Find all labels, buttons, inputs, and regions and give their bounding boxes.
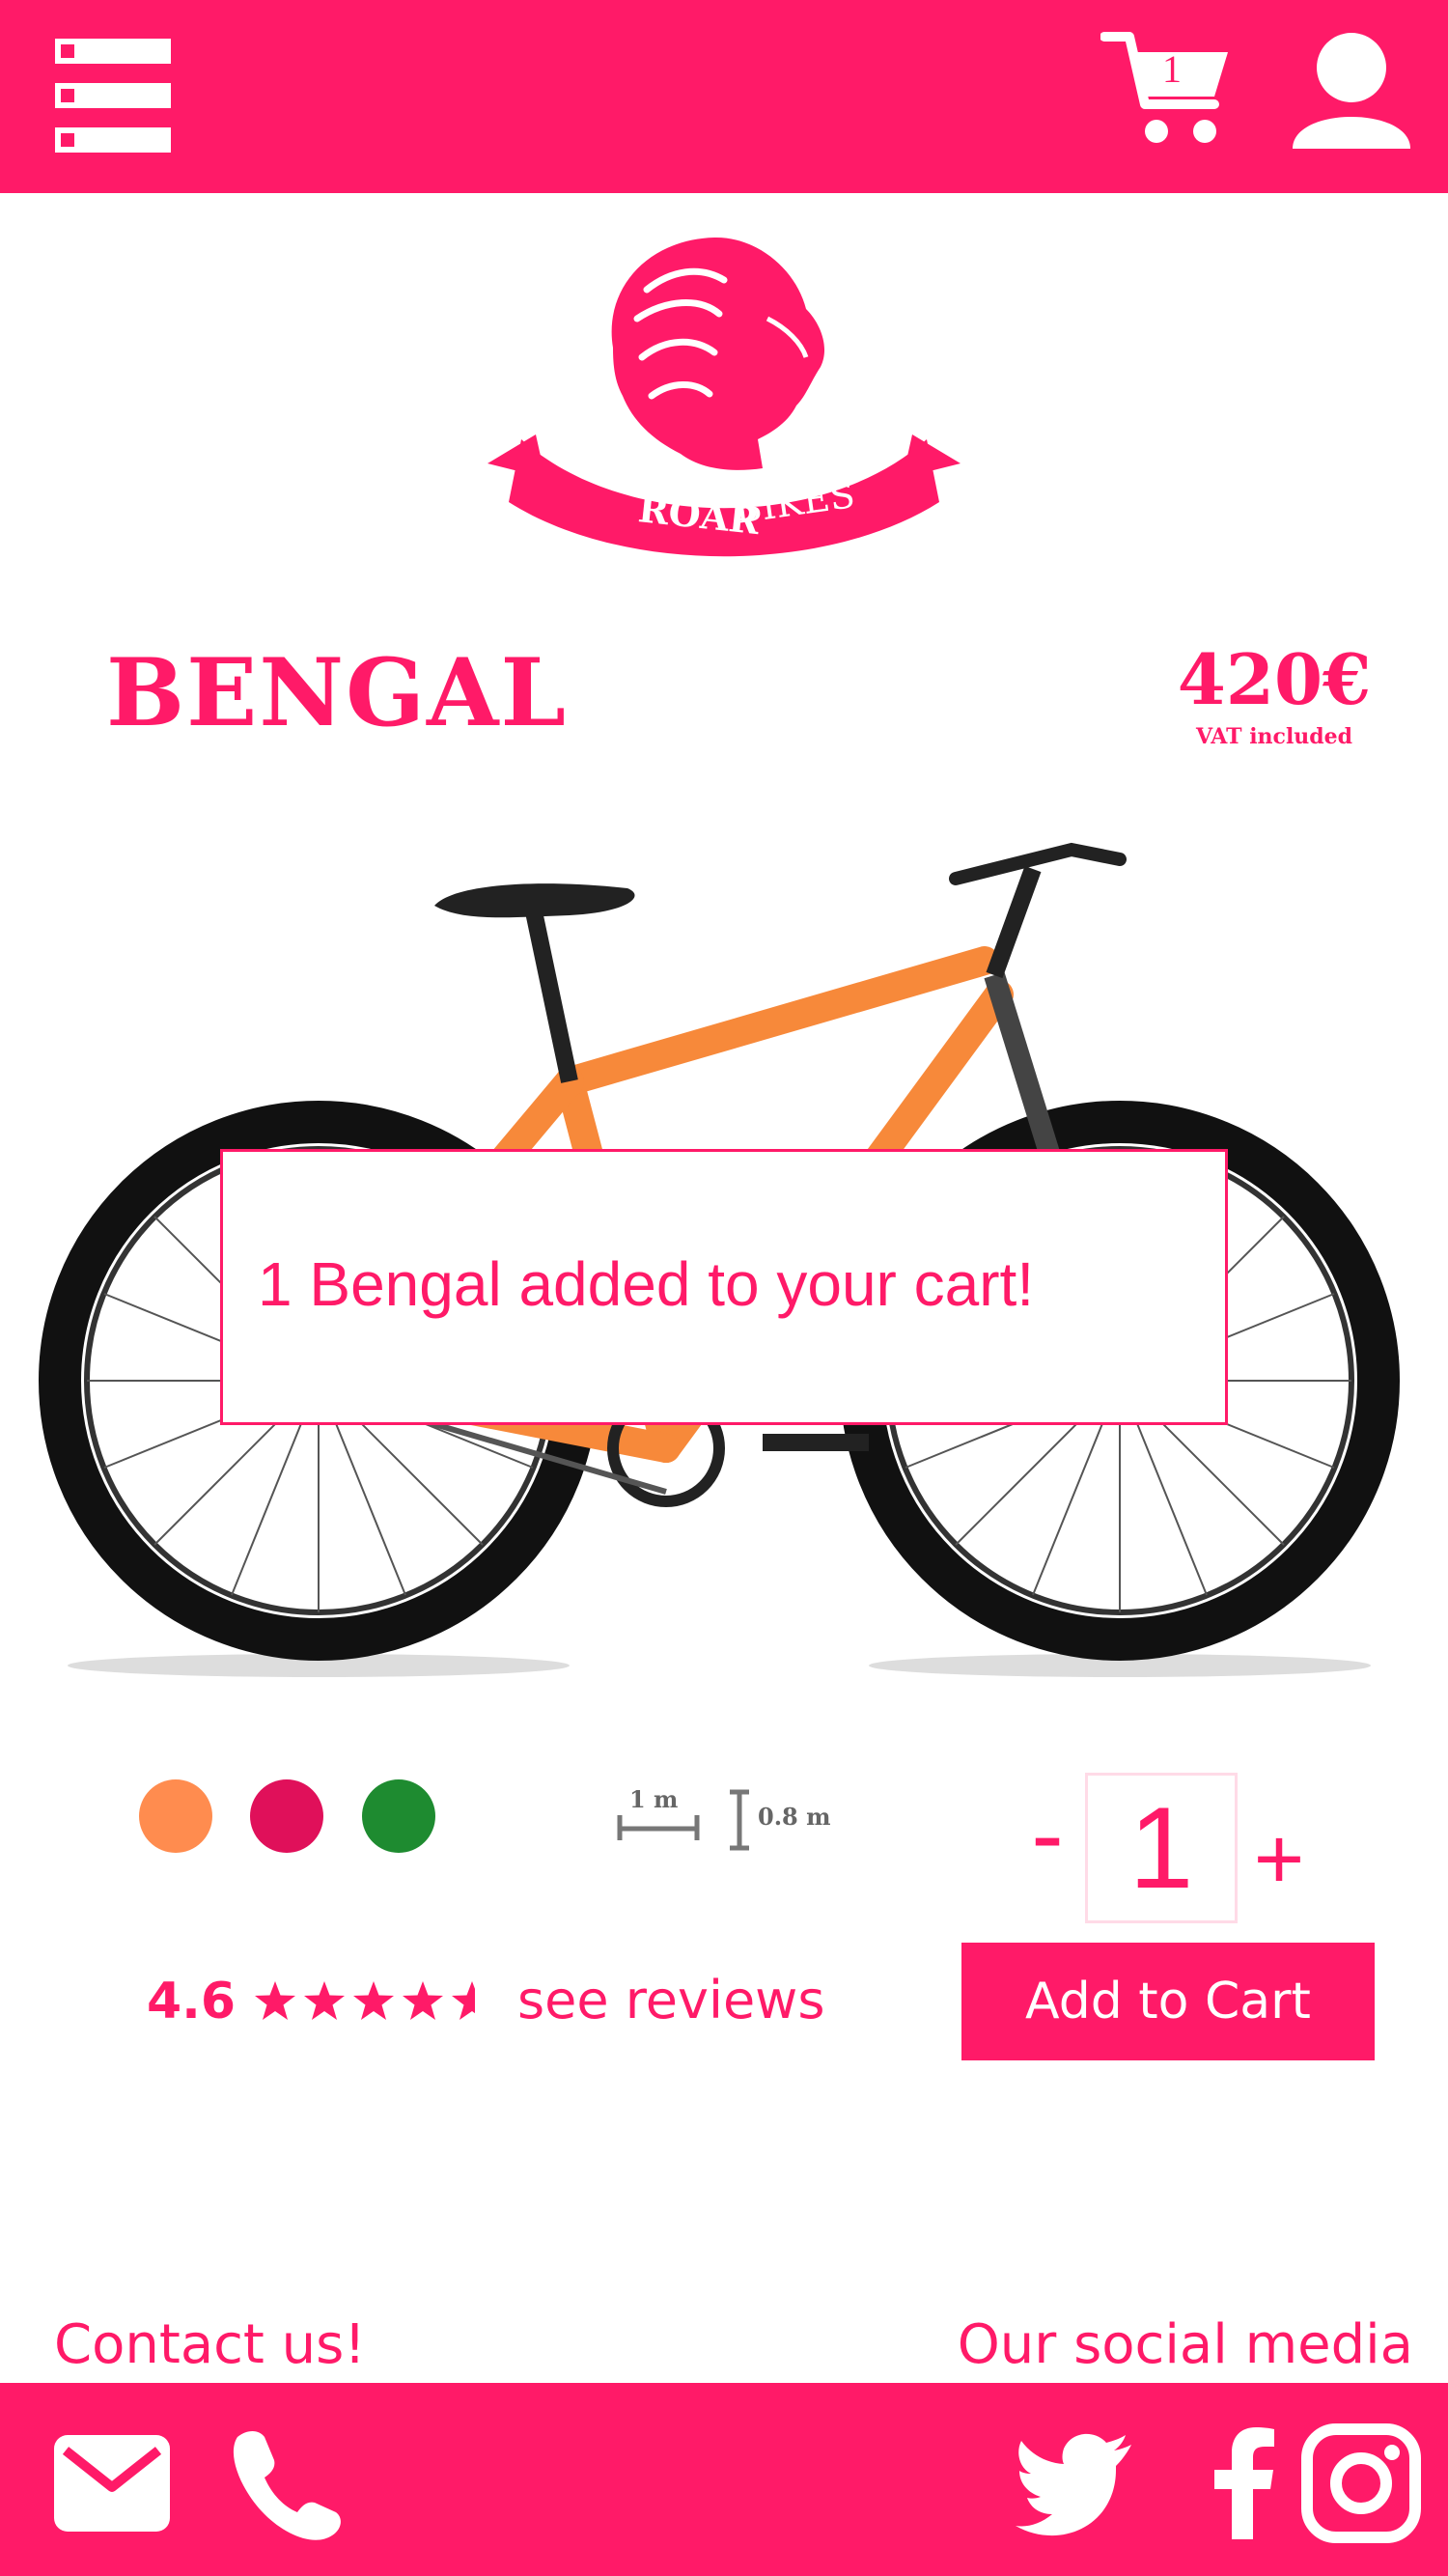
phone-icon[interactable]: [228, 2423, 348, 2543]
see-reviews-link[interactable]: see reviews: [517, 1970, 824, 2030]
toast-message: 1 Bengal added to your cart!: [258, 1249, 1035, 1319]
star-icon: [255, 1981, 295, 2020]
mail-icon[interactable]: [52, 2423, 172, 2543]
quantity-increase-button[interactable]: +: [1245, 1811, 1313, 1908]
menu-icon[interactable]: [53, 37, 173, 156]
rating-stars: [253, 1979, 494, 2024]
account-icon[interactable]: [1289, 29, 1414, 154]
facebook-icon[interactable]: [1185, 2423, 1305, 2543]
star-icon: [304, 1981, 345, 2020]
star-icon: [353, 1981, 394, 2020]
height-label: 0.8 m: [758, 1803, 831, 1831]
vat-note: VAT included: [1195, 724, 1353, 749]
color-swatch-green[interactable]: [362, 1779, 435, 1853]
roar-bikes-logo: ROAR BIKES: [478, 232, 970, 565]
twitter-icon[interactable]: [1016, 2423, 1135, 2543]
social-media-label: Our social media: [957, 2313, 1413, 2376]
quantity-stepper[interactable]: 1: [1085, 1773, 1238, 1923]
add-to-cart-button[interactable]: Add to Cart: [961, 1943, 1375, 2060]
instagram-icon[interactable]: [1301, 2423, 1421, 2543]
product-title: BENGAL: [106, 638, 569, 747]
length-label: 1 m: [629, 1785, 678, 1813]
color-swatch-orange[interactable]: [139, 1779, 212, 1853]
contact-label: Contact us!: [54, 2313, 366, 2376]
dimensions-indicator: 1 m 0.8 m: [608, 1767, 849, 1854]
half-star-icon: [452, 1981, 475, 2020]
cart-icon[interactable]: 1: [1100, 27, 1236, 153]
star-icon: [403, 1981, 443, 2020]
cart-count-badge: 1: [1162, 47, 1182, 91]
added-to-cart-toast: 1 Bengal added to your cart!: [220, 1149, 1228, 1425]
color-swatch-pink[interactable]: [250, 1779, 323, 1853]
product-price: 420€: [1177, 638, 1372, 720]
rating-score: 4.6: [147, 1973, 237, 2030]
quantity-decrease-button[interactable]: -: [1014, 1786, 1081, 1892]
